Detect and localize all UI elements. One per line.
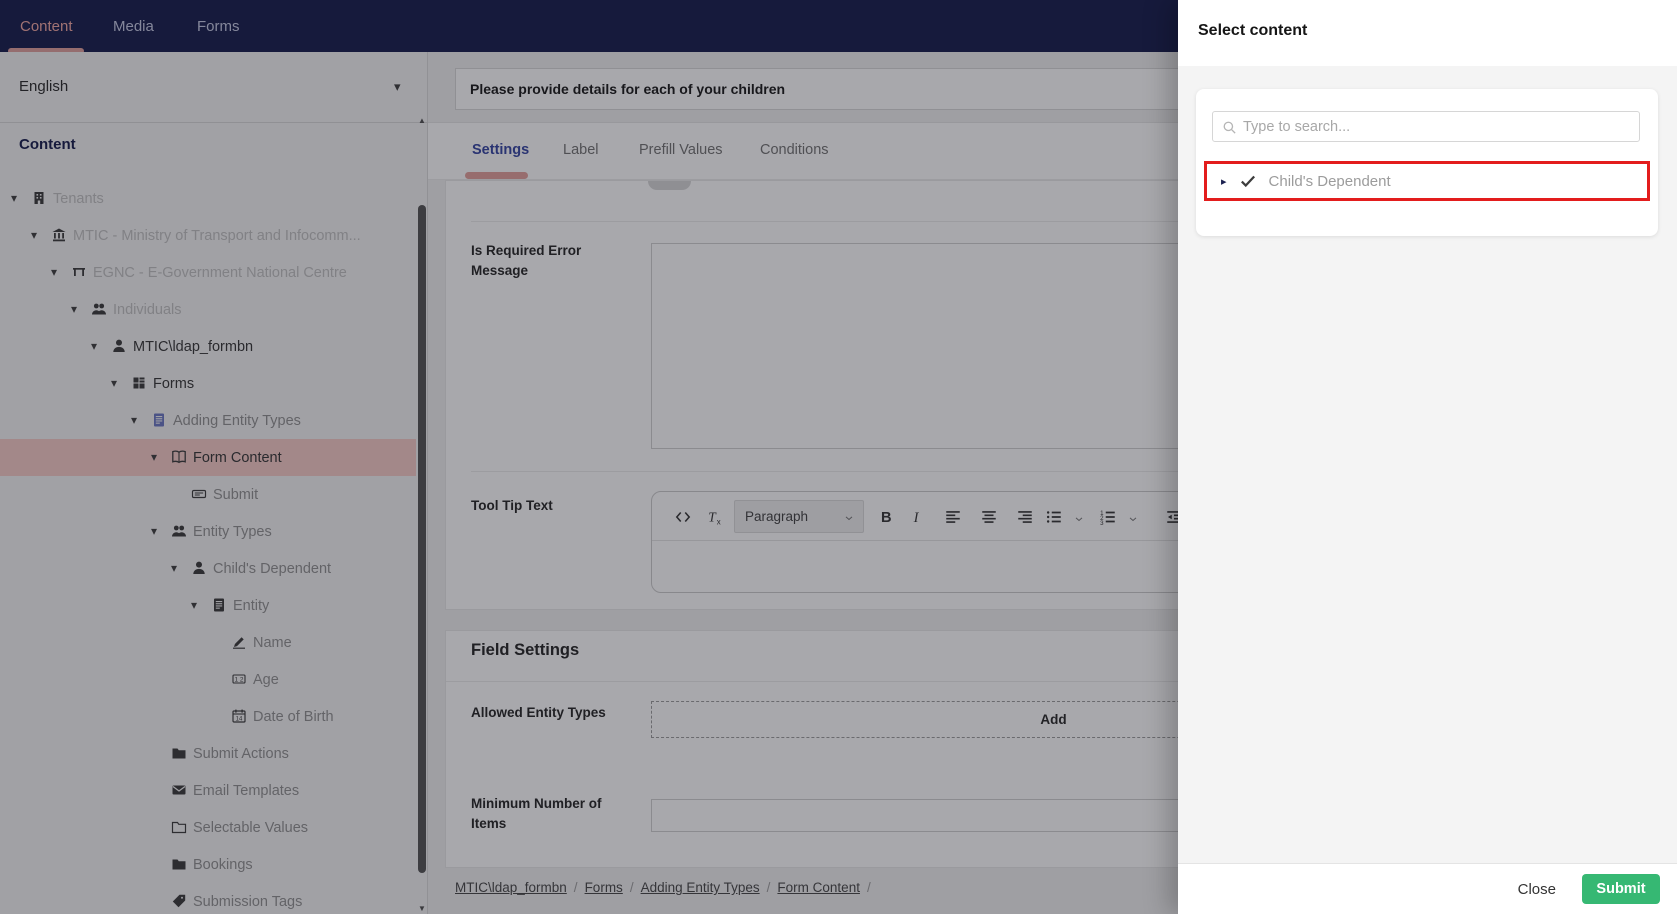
panel-footer: Close Submit: [1178, 863, 1677, 914]
panel-picker-card: ▸ Child's Dependent: [1196, 89, 1658, 236]
modal-dim-overlay: [0, 0, 1178, 914]
checkmark-icon: [1239, 172, 1257, 190]
search-field[interactable]: [1212, 111, 1640, 142]
expand-caret-icon[interactable]: ▸: [1221, 175, 1227, 188]
app-window: Content Media Forms English ▾ Content ▾ Ten…: [0, 0, 1677, 914]
search-icon: [1222, 120, 1237, 135]
panel-title: Select content: [1198, 22, 1308, 39]
close-button[interactable]: Close: [1518, 881, 1556, 898]
submit-button[interactable]: Submit: [1582, 874, 1660, 904]
panel-header: Select content: [1178, 0, 1677, 66]
picker-item-child-s-dependent[interactable]: ▸ Child's Dependent: [1204, 161, 1650, 201]
select-content-panel: Select content ▸ Child's Dependent Close …: [1178, 0, 1677, 914]
panel-body: ▸ Child's Dependent: [1178, 66, 1677, 863]
picker-item-label: Child's Dependent: [1268, 172, 1391, 190]
search-input[interactable]: [1243, 113, 1633, 140]
